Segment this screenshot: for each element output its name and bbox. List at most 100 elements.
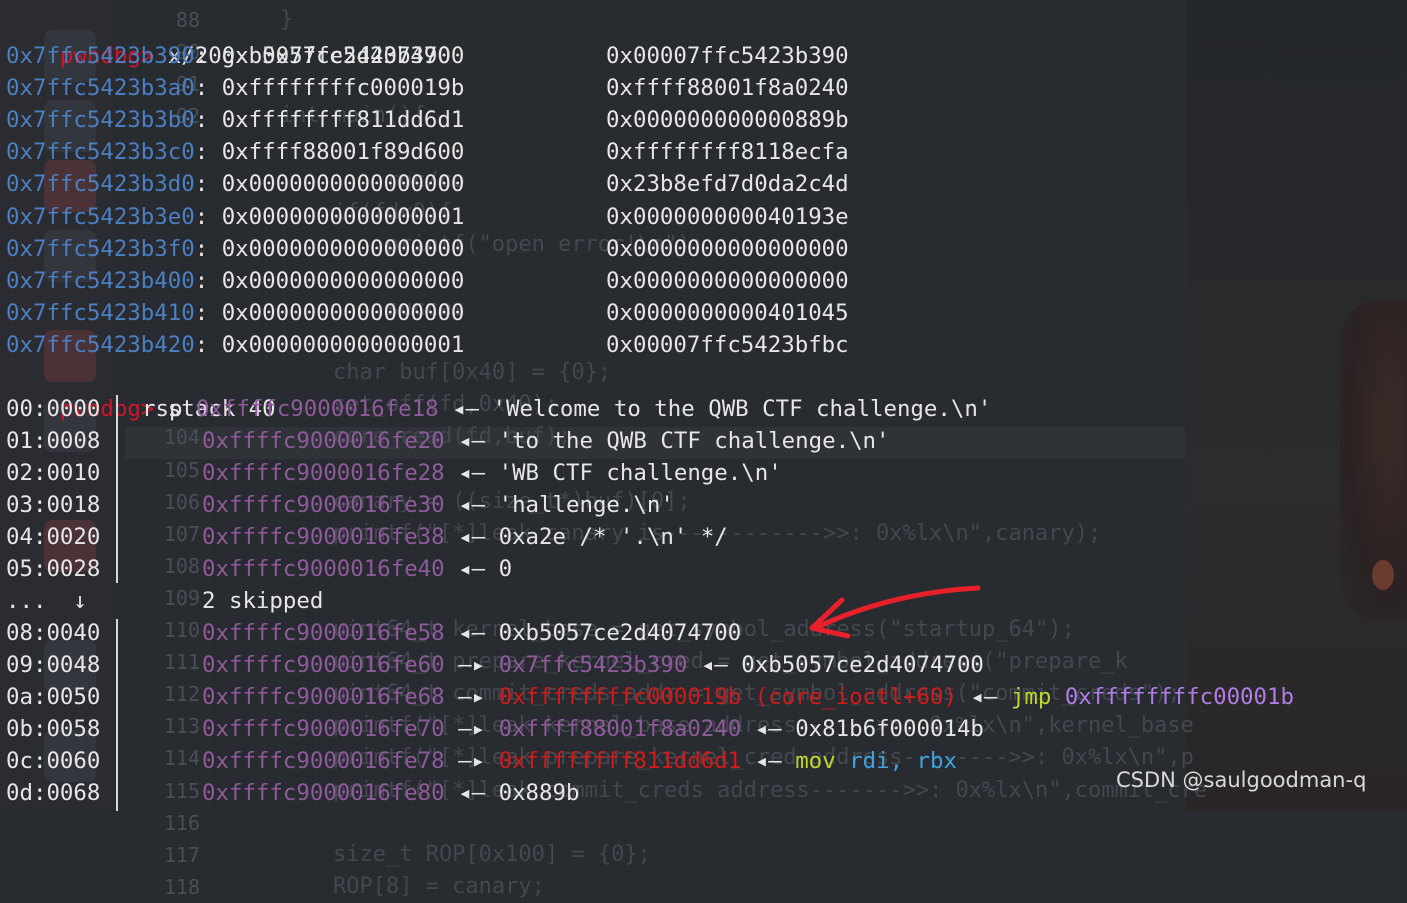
- memory-value: 0xffffffff811dd6d1: [221, 107, 465, 134]
- memory-value: 0x0000000000000001: [221, 203, 465, 230]
- memory-address: 0x7ffc5423b420: [6, 331, 195, 358]
- memory-value: 0xffff88001f89d600: [221, 139, 465, 166]
- stack-row: 0c:0060 0xffffc9000016fe78 —▸ 0xffffffff…: [6, 745, 957, 777]
- editor-line-number: 117: [163, 842, 200, 867]
- stack-row: 0a:0050 0xffffc9000016fe68 —▸ 0xffffffff…: [6, 681, 1294, 713]
- instruction-mnemonic: jmp: [1010, 684, 1052, 710]
- memory-value: 0x0000000000000000: [606, 235, 849, 262]
- memory-value: 0x000000000040193e: [606, 203, 849, 230]
- stack-index: 0b:0058: [6, 716, 101, 742]
- memory-address: 0x7ffc5423b3b0: [6, 107, 195, 134]
- stack-pointer-target: 0xffff88001f8a0240: [498, 716, 742, 742]
- right-arrow-icon: —▸: [458, 716, 486, 742]
- memory-value: 0x0000000000000000: [221, 235, 465, 262]
- left-arrow-icon: ◂—: [458, 524, 486, 550]
- stack-row: 09:0048 0xffffc9000016fe60 —▸ 0x7ffc5423…: [6, 649, 984, 681]
- left-arrow-icon: ◂—: [970, 684, 998, 710]
- stack-value: 'Welcome to the QWB CTF challenge.\n': [492, 396, 992, 422]
- left-arrow-icon: ◂—: [458, 428, 486, 454]
- memory-value: 0x0000000000000000: [221, 267, 465, 294]
- stack-register-rsp: rsp: [142, 396, 183, 422]
- memory-value: 0x0000000000000000: [606, 267, 849, 294]
- memory-row: 0x7ffc5423b3d0: 0x0000000000000000 0x23b8…: [6, 168, 849, 200]
- memory-row: 0x7ffc5423b390: 0xb5057ce2d4074700 0x0000…: [6, 40, 849, 72]
- stack-index: 05:0028: [6, 556, 101, 582]
- memory-value: 0xb5057ce2d4074700: [221, 43, 465, 69]
- stack-address: 0xffffc9000016fe70: [202, 716, 445, 742]
- stack-value: 0x81b6f000014b: [795, 716, 984, 742]
- stack-address: 0xffffc9000016fe58: [202, 620, 445, 646]
- memory-address: 0x7ffc5423b3a0: [6, 75, 195, 102]
- stack-index: 00:0000: [6, 396, 101, 422]
- command-line: pwndbg> x/20gx 0x7ffc5423b390: [6, 8, 451, 69]
- left-arrow-icon: ◂—: [754, 748, 782, 774]
- memory-value: 0x0000000000000000: [221, 171, 465, 198]
- instruction-operand: rbx: [916, 748, 957, 774]
- command-line: pwndbg> stack 40: [6, 361, 276, 422]
- memory-value: 0xffff88001f8a0240: [606, 75, 849, 102]
- memory-row: 0x7ffc5423b3a0: 0xffffffffc000019b 0xffff…: [6, 72, 849, 104]
- stack-value: 'WB CTF challenge.\n': [498, 460, 782, 486]
- stack-pointer-target: 0xffffffffc000019b (core_ioctl+60): [498, 684, 957, 710]
- stack-address: 0xffffc9000016fe68: [202, 684, 445, 710]
- left-arrow-icon: ◂—: [458, 620, 486, 646]
- stack-address: 0xffffc9000016fe18: [195, 396, 439, 422]
- stack-value: 0x889b: [498, 780, 580, 806]
- memory-value: 0xffffffff8118ecfa: [606, 139, 849, 166]
- stack-value: 0xa2e /* '.\n' */: [498, 524, 728, 550]
- skip-text: 2 skipped: [202, 588, 324, 614]
- memory-value: 0x00007ffc5423bfbc: [606, 331, 849, 358]
- right-arrow-icon: —▸: [458, 652, 486, 678]
- stack-index: 02:0010: [6, 460, 101, 486]
- right-arrow-icon: —▸: [458, 684, 486, 710]
- memory-address: 0x7ffc5423b3f0: [6, 235, 195, 262]
- stack-skipped-line: ... ↓ 2 skipped: [6, 585, 323, 617]
- stack-address: 0xffffc9000016fe78: [202, 748, 445, 774]
- stack-value: 0xb5057ce2d4074700: [498, 620, 742, 646]
- editor-code-text: ROP[8] = canary;: [280, 873, 545, 899]
- skip-dots: ...: [6, 588, 47, 614]
- stack-row: 0b:0058 0xffffc9000016fe70 —▸ 0xffff8800…: [6, 713, 984, 745]
- stack-index: 0c:0060: [6, 748, 101, 774]
- stack-pointer-target: 0x7ffc5423b390: [498, 652, 688, 678]
- stack-index: 0d:0068: [6, 780, 101, 806]
- memory-row: 0x7ffc5423b420: 0x0000000000000001 0x0000…: [6, 329, 849, 361]
- watermark: CSDN @saulgoodman-q: [1116, 768, 1367, 792]
- stack-address: 0xffffc9000016fe80: [202, 780, 445, 806]
- stack-address: 0xffffc9000016fe40: [202, 556, 445, 582]
- stack-index: 08:0040: [6, 620, 101, 646]
- stack-row: 02:0010 0xffffc9000016fe28 ◂— 'WB CTF ch…: [6, 457, 782, 489]
- left-arrow-icon: ◂—: [458, 556, 486, 582]
- stack-address: 0xffffc9000016fe20: [202, 428, 445, 454]
- instruction-operand: rdi,: [849, 748, 904, 774]
- stack-value: 'to the QWB CTF challenge.\n': [498, 428, 890, 454]
- memory-value: 0x0000000000000000: [221, 299, 465, 326]
- memory-row: 0x7ffc5423b3b0: 0xffffffff811dd6d1 0x0000…: [6, 104, 849, 136]
- instruction-operand: 0xffffffffc00001b: [1064, 684, 1294, 710]
- left-arrow-icon: ◂—: [458, 780, 486, 806]
- right-arrow-icon: —▸: [458, 748, 486, 774]
- editor-line-number: 118: [163, 874, 200, 899]
- memory-value: 0x00007ffc5423b390: [606, 43, 849, 69]
- memory-address: 0x7ffc5423b3c0: [6, 139, 195, 166]
- left-arrow-icon: ◂—: [754, 716, 782, 742]
- stack-index: 01:0008: [6, 428, 101, 454]
- editor-code-text: size_t ROP[0x100] = {0};: [280, 841, 651, 867]
- down-arrow-icon: ↓: [73, 588, 87, 614]
- stack-value: 0xb5057ce2d4074700: [741, 652, 984, 678]
- memory-row: 0x7ffc5423b3c0: 0xffff88001f89d600 0xffff…: [6, 136, 849, 168]
- stack-index: 04:0020: [6, 524, 101, 550]
- terminal[interactable]: pwndbg> x/20gx 0x7ffc5423b390 0x7ffc5423…: [0, 0, 1407, 811]
- memory-value: 0xffffffffc000019b: [221, 75, 465, 102]
- stack-index: 0a:0050: [6, 684, 101, 710]
- left-arrow-icon: ◂—: [458, 492, 486, 518]
- stack-row: 04:0020 0xffffc9000016fe38 ◂— 0xa2e /* '…: [6, 521, 728, 553]
- editor-line-number: 116: [163, 810, 200, 835]
- instruction-mnemonic: mov: [795, 748, 836, 774]
- left-arrow-icon: ◂—: [700, 652, 728, 678]
- stack-value: 'hallenge.\n': [498, 492, 674, 518]
- stack-row: 08:0040 0xffffc9000016fe58 ◂— 0xb5057ce2…: [6, 617, 741, 649]
- stack-row: 03:0018 0xffffc9000016fe30 ◂— 'hallenge.…: [6, 489, 674, 521]
- stack-address: 0xffffc9000016fe30: [202, 492, 445, 518]
- left-arrow-icon: ◂—: [452, 396, 480, 422]
